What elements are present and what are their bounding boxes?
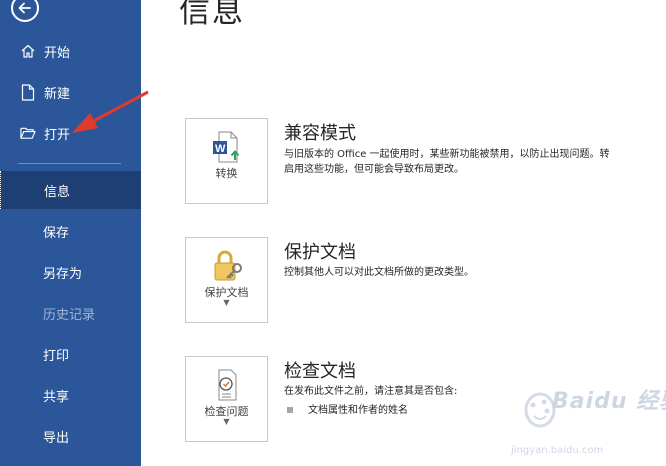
arrow-left-icon: [18, 2, 31, 14]
compat-mode-text-2: 启用这些功能，但可能会导致布局更改。: [284, 164, 464, 175]
lock-key-icon: [207, 248, 247, 284]
nav-export-label: 导出: [43, 430, 70, 446]
watermark-url: jingyan.baidu.com: [511, 445, 604, 456]
nav-new-label: 新建: [44, 86, 71, 102]
page-title: 信息: [179, 0, 245, 30]
protect-doc-text: 控制其他人可以对此文档所做的更改类型。: [284, 267, 474, 278]
inspect-document-icon: [207, 367, 247, 403]
nav-export[interactable]: 导出: [0, 417, 141, 455]
compat-mode-title: 兼容模式: [284, 123, 356, 144]
home-icon: [20, 42, 36, 60]
nav-new[interactable]: 新建: [0, 73, 141, 111]
nav-save[interactable]: 保存: [0, 212, 141, 250]
chevron-down-icon: ▼: [223, 417, 230, 426]
watermark-text: Baidu 经验: [552, 389, 666, 414]
nav-home-label: 开始: [44, 45, 71, 61]
convert-button-label: 转换: [215, 167, 238, 180]
check-issues-button[interactable]: 检查问题 ▼: [185, 356, 268, 442]
nav-print[interactable]: 打印: [0, 335, 141, 373]
convert-button[interactable]: W 转换: [185, 118, 268, 204]
nav-info-label: 信息: [44, 184, 71, 200]
word-convert-icon: W: [207, 129, 247, 165]
protect-document-button[interactable]: 保护文档 ▼: [185, 237, 268, 323]
nav-save-as-label: 另存为: [43, 266, 83, 282]
folder-open-icon: [20, 124, 36, 142]
nav-open[interactable]: 打开: [0, 114, 141, 152]
nav-save-label: 保存: [43, 225, 70, 241]
nav-share[interactable]: 共享: [0, 376, 141, 414]
nav-home[interactable]: 开始: [0, 32, 141, 70]
nav-save-as[interactable]: 另存为: [0, 253, 141, 291]
new-document-icon: [20, 83, 36, 101]
compat-mode-text-1: 与旧版本的 Office 一起使用时，某些新功能被禁用，以防止出现问题。转: [284, 149, 610, 160]
bullet-marker: [287, 407, 293, 413]
sidebar-divider: [18, 163, 121, 164]
nav-open-label: 打开: [44, 127, 71, 143]
svg-text:W: W: [215, 143, 226, 155]
nav-history: 历史记录: [0, 294, 141, 332]
inspect-doc-title: 检查文档: [284, 361, 356, 382]
nav-share-label: 共享: [43, 389, 70, 405]
backstage-sidebar: 开始 新建 打开 信息 保存 另存为 历史记录 打印 共享 导出: [0, 0, 141, 466]
protect-doc-title: 保护文档: [284, 242, 356, 263]
nav-info[interactable]: 信息: [0, 171, 141, 209]
nav-history-label: 历史记录: [43, 307, 96, 323]
inspect-doc-text: 在发布此文件之前，请注意其是否包含:: [284, 386, 458, 397]
nav-print-label: 打印: [43, 348, 70, 364]
inspect-doc-bullet: 文档属性和作者的姓名: [308, 405, 408, 416]
chevron-down-icon: ▼: [223, 298, 230, 307]
back-button[interactable]: [11, 0, 39, 22]
